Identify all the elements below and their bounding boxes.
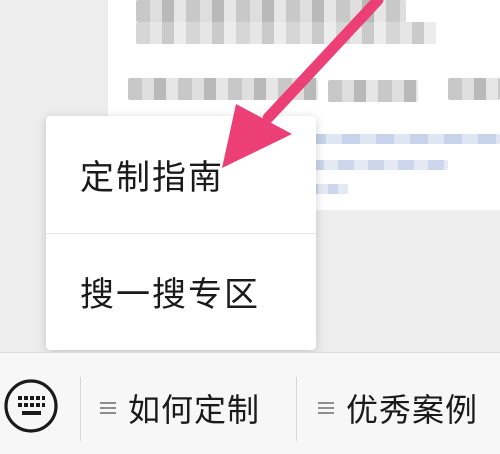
blurred-text (448, 78, 500, 100)
tab-excellent-cases[interactable]: 优秀案例 (318, 383, 478, 433)
menu-item-search-zone[interactable]: 搜一搜专区 (46, 233, 316, 350)
bar-divider (80, 377, 81, 441)
menu-item-label: 定制指南 (80, 158, 224, 198)
menu-item-label: 搜一搜专区 (80, 275, 260, 315)
blurred-link (308, 160, 448, 170)
keyboard-toggle-button[interactable] (0, 375, 62, 437)
menu-item-custom-guide[interactable]: 定制指南 (46, 116, 316, 233)
tab-label: 如何定制 (128, 391, 261, 429)
blurred-link (308, 134, 500, 144)
blurred-text (136, 0, 406, 22)
popup-menu: 定制指南 搜一搜专区 (46, 116, 316, 350)
bar-divider (296, 377, 297, 441)
blurred-text (328, 80, 418, 102)
hamburger-icon (318, 401, 334, 415)
blurred-text (128, 78, 318, 100)
blurred-text (136, 22, 436, 44)
tab-label: 优秀案例 (346, 391, 479, 429)
tab-how-to-customize[interactable]: 如何定制 (100, 383, 260, 433)
keyboard-icon (4, 379, 58, 433)
hamburger-icon (100, 401, 116, 415)
bottom-menu-bar: 如何定制 优秀案例 (0, 352, 500, 454)
